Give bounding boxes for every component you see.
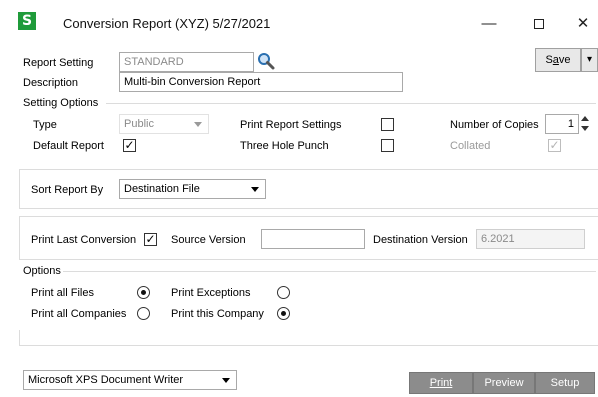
print-this-company-label: Print this Company	[171, 308, 264, 320]
spin-down-icon[interactable]	[581, 126, 589, 131]
print-exceptions-label: Print Exceptions	[171, 287, 251, 299]
close-button[interactable]: ✕	[560, 10, 598, 38]
chevron-down-icon	[194, 122, 202, 127]
description-label: Description	[23, 77, 79, 89]
default-report-checkbox[interactable]: ✓	[123, 139, 136, 152]
save-button[interactable]: Save	[535, 48, 581, 72]
sort-report-by-dropdown[interactable]: Destination File	[119, 179, 266, 199]
print-report-settings-label: Print Report Settings	[240, 119, 342, 131]
print-all-companies-label: Print all Companies	[31, 308, 127, 320]
source-version-field[interactable]	[261, 229, 365, 249]
report-setting-field[interactable]: STANDARD	[119, 52, 254, 72]
destination-version-field: 6.2021	[476, 229, 585, 249]
print-report-settings-checkbox[interactable]	[381, 118, 394, 131]
report-setting-label: Report Setting	[23, 57, 94, 69]
print-exceptions-radio[interactable]	[277, 286, 290, 299]
three-hole-punch-checkbox[interactable]	[381, 139, 394, 152]
chevron-down-icon	[251, 187, 259, 192]
minimize-button[interactable]: —	[466, 10, 512, 38]
three-hole-punch-label: Three Hole Punch	[240, 140, 329, 152]
type-label: Type	[33, 119, 57, 131]
setting-options-header: Setting Options	[23, 97, 99, 109]
options-divider	[63, 271, 596, 272]
options-header: Options	[23, 265, 61, 277]
window-title: Conversion Report (XYZ) 5/27/2021	[63, 16, 271, 31]
spin-up-icon[interactable]	[581, 116, 589, 121]
maximize-button[interactable]	[516, 10, 562, 38]
app-logo-icon: S	[18, 12, 36, 30]
type-dropdown[interactable]: Public	[119, 114, 209, 134]
collated-checkbox[interactable]: ✓	[548, 139, 561, 152]
print-all-files-label: Print all Files	[31, 287, 94, 299]
options-panel-bottom	[19, 330, 598, 346]
sort-report-by-label: Sort Report By	[31, 184, 104, 196]
sort-panel	[19, 169, 598, 209]
collated-label: Collated	[450, 140, 491, 152]
title-bar: S Conversion Report (XYZ) 5/27/2021 — ✕	[0, 0, 598, 44]
maximize-icon	[534, 19, 544, 30]
default-report-label: Default Report	[33, 140, 104, 152]
number-of-copies-label: Number of Copies	[450, 119, 539, 131]
destination-version-label: Destination Version	[373, 234, 468, 246]
setup-button[interactable]: Setup	[535, 372, 595, 394]
save-menu-button[interactable]: ▾	[581, 48, 598, 72]
preview-button[interactable]: Preview	[473, 372, 535, 394]
print-last-conversion-checkbox[interactable]: ✓	[144, 233, 157, 246]
chevron-down-icon	[222, 378, 230, 383]
source-version-label: Source Version	[171, 234, 246, 246]
number-of-copies-field[interactable]: 1	[545, 114, 579, 134]
printer-dropdown[interactable]: Microsoft XPS Document Writer	[23, 370, 237, 390]
print-button[interactable]: Print	[409, 372, 473, 394]
setting-options-divider	[106, 103, 596, 104]
print-this-company-radio[interactable]	[277, 307, 290, 320]
magnifier-icon[interactable]	[256, 51, 276, 71]
print-last-conversion-label: Print Last Conversion	[31, 234, 137, 246]
print-all-companies-radio[interactable]	[137, 307, 150, 320]
description-field[interactable]: Multi-bin Conversion Report	[119, 72, 403, 92]
print-all-files-radio[interactable]	[137, 286, 150, 299]
